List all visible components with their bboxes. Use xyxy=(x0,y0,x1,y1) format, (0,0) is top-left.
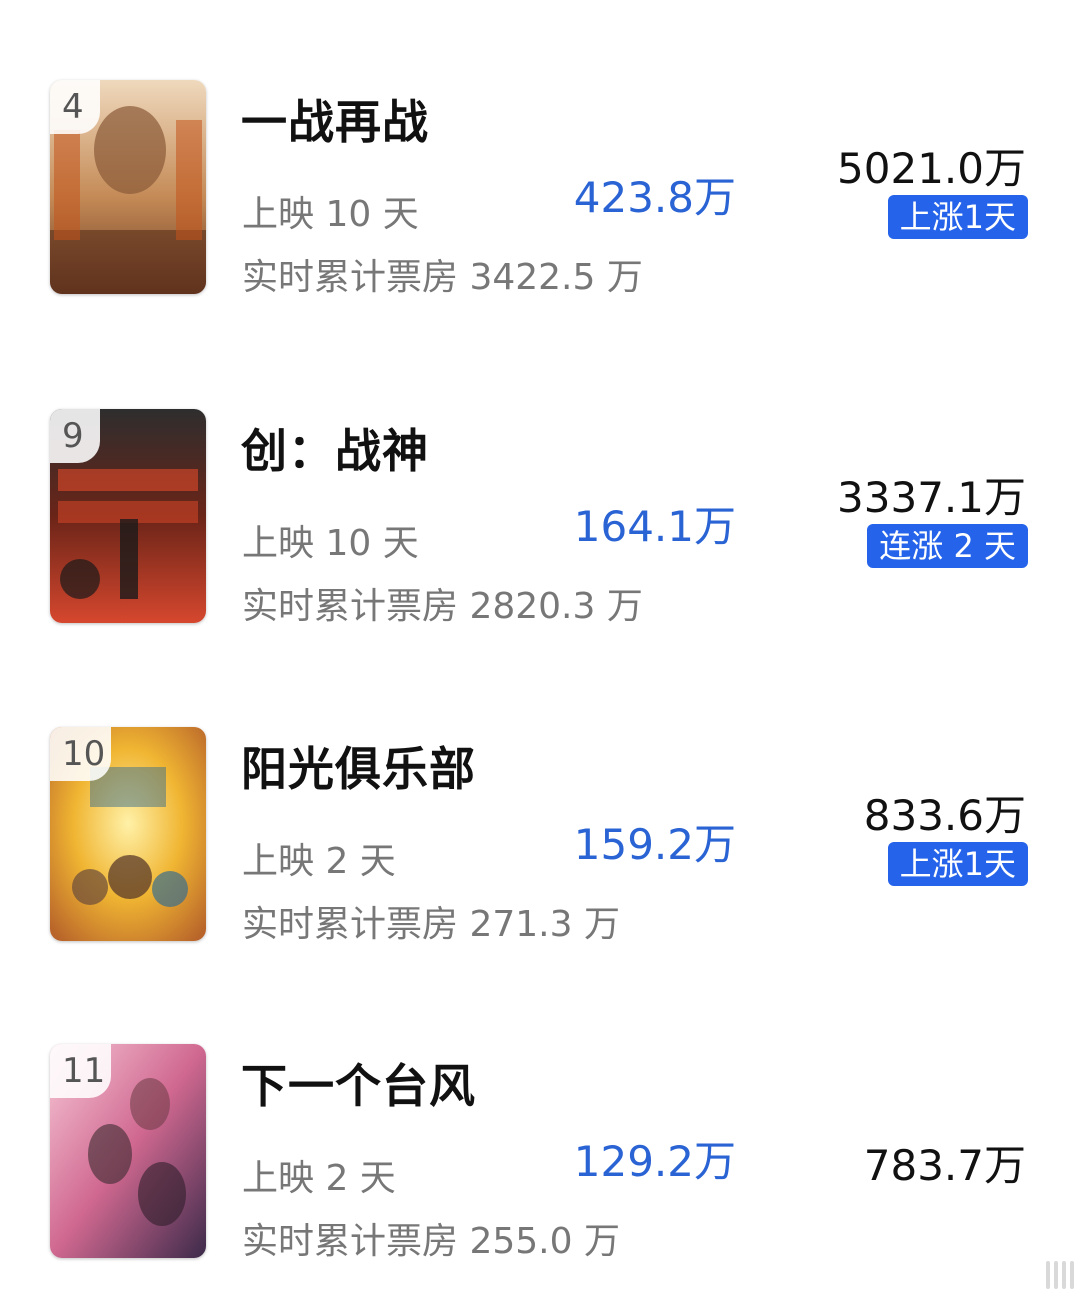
cumulative-box-office: 实时累计票房 2820.3 万 xyxy=(242,586,643,627)
total-box-office: 5021.0万 xyxy=(837,144,1026,193)
movie-row[interactable]: 11 下一个台风 上映 2 天 实时累计票房 255.0 万 129.2万 78… xyxy=(0,1044,1080,1284)
trend-badge: 上涨1天 xyxy=(887,842,1028,886)
movie-title[interactable]: 一战再战 xyxy=(241,86,429,152)
movie-row[interactable]: 9 创：战神 上映 10 天 实时累计票房 2820.3 万 164.1万 33… xyxy=(0,409,1080,649)
release-days: 上映 10 天 xyxy=(242,194,419,235)
movie-row[interactable]: 10 阳光俱乐部 上映 2 天 实时累计票房 271.3 万 159.2万 83… xyxy=(0,727,1080,967)
trend-badge: 上涨1天 xyxy=(887,195,1028,239)
movie-title[interactable]: 下一个台风 xyxy=(241,1050,476,1116)
daily-box-office: 423.8万 xyxy=(573,173,736,222)
watermark-icon xyxy=(1046,1258,1074,1292)
movie-poster[interactable]: 4 xyxy=(50,80,206,294)
movie-poster[interactable]: 11 xyxy=(50,1044,206,1258)
rank-badge: 10 xyxy=(50,727,112,781)
release-days: 上映 2 天 xyxy=(242,841,396,882)
movie-poster[interactable]: 10 xyxy=(50,727,206,941)
daily-box-office: 129.2万 xyxy=(573,1137,736,1186)
total-box-office: 783.7万 xyxy=(863,1141,1026,1190)
box-office-list: 4 一战再战 上映 10 天 实时累计票房 3422.5 万 423.8万 50… xyxy=(0,0,1080,1304)
total-box-office: 3337.1万 xyxy=(837,473,1026,522)
daily-box-office: 164.1万 xyxy=(573,502,736,551)
cumulative-box-office: 实时累计票房 3422.5 万 xyxy=(242,257,643,298)
trend-badge: 连涨 2 天 xyxy=(867,524,1028,568)
total-box-office: 833.6万 xyxy=(863,791,1026,840)
rank-badge: 11 xyxy=(50,1044,112,1098)
movie-title[interactable]: 阳光俱乐部 xyxy=(241,733,476,799)
cumulative-box-office: 实时累计票房 271.3 万 xyxy=(242,904,620,945)
movie-poster[interactable]: 9 xyxy=(50,409,206,623)
movie-row[interactable]: 4 一战再战 上映 10 天 实时累计票房 3422.5 万 423.8万 50… xyxy=(0,80,1080,320)
rank-badge: 9 xyxy=(50,409,100,463)
release-days: 上映 10 天 xyxy=(242,523,419,564)
release-days: 上映 2 天 xyxy=(242,1158,396,1199)
movie-title[interactable]: 创：战神 xyxy=(241,415,429,481)
daily-box-office: 159.2万 xyxy=(573,820,736,869)
cumulative-box-office: 实时累计票房 255.0 万 xyxy=(242,1221,620,1262)
rank-badge: 4 xyxy=(50,80,100,134)
